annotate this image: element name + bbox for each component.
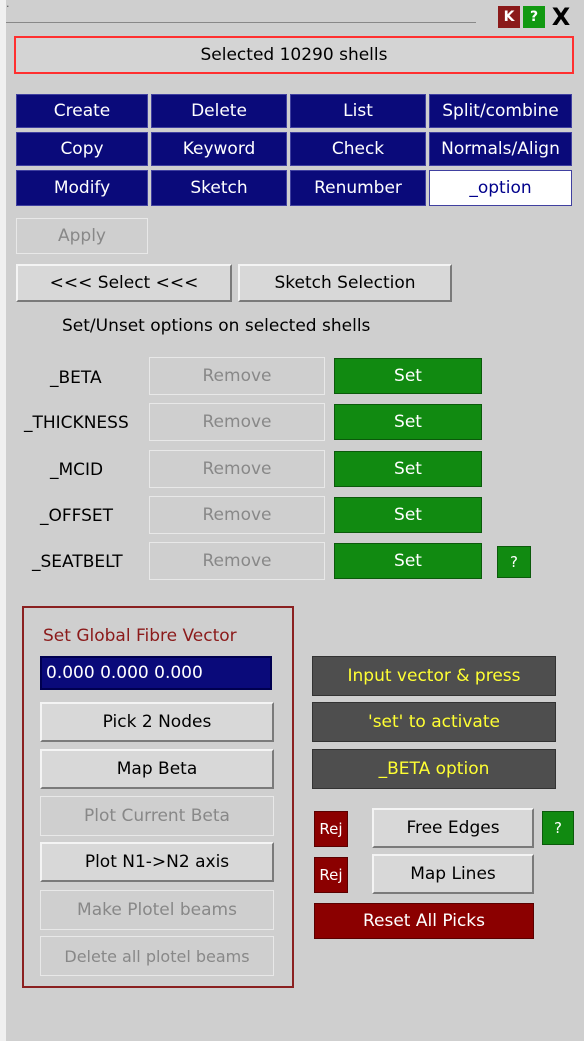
modify-button[interactable]: Modify [16, 170, 148, 206]
k-icon[interactable]: K [498, 6, 520, 28]
set-thickness-button[interactable]: Set [334, 404, 482, 440]
free-edges-help-button[interactable]: ? [542, 811, 574, 845]
seatbelt-help-button[interactable]: ? [497, 546, 531, 578]
sketch-selection-button[interactable]: Sketch Selection [238, 264, 452, 302]
options-heading: Set/Unset options on selected shells [62, 316, 371, 336]
title-bar-dot: · [6, 0, 10, 13]
list-button[interactable]: List [290, 94, 426, 128]
set-offset-button[interactable]: Set [334, 497, 482, 533]
info-line-3: _BETA option [312, 749, 556, 789]
check-button[interactable]: Check [290, 132, 426, 166]
free-edges-button[interactable]: Free Edges [372, 808, 534, 848]
set-mcid-button[interactable]: Set [334, 451, 482, 487]
select-button[interactable]: <<< Select <<< [16, 264, 232, 302]
close-icon[interactable]: X [548, 3, 574, 31]
create-button[interactable]: Create [16, 94, 148, 128]
sketch-button[interactable]: Sketch [151, 170, 287, 206]
info-line-1: Input vector & press [312, 656, 556, 696]
option-label-offset: _OFFSET [40, 506, 114, 526]
remove-thickness-button[interactable]: Remove [149, 403, 325, 441]
copy-button[interactable]: Copy [16, 132, 148, 166]
shell-tool-panel: · K ? X Selected 10290 shells Create Del… [6, 0, 584, 1041]
selection-status: Selected 10290 shells [14, 36, 574, 74]
info-line-2: 'set' to activate [312, 702, 556, 742]
map-lines-button[interactable]: Map Lines [372, 854, 534, 894]
rej-free-edges-button[interactable]: Rej [314, 811, 348, 847]
set-seatbelt-button[interactable]: Set [334, 543, 482, 579]
plot-current-beta-button[interactable]: Plot Current Beta [40, 796, 274, 836]
remove-seatbelt-button[interactable]: Remove [149, 542, 325, 580]
help-icon[interactable]: ? [523, 6, 545, 28]
reset-all-picks-button[interactable]: Reset All Picks [314, 903, 534, 939]
keyword-button[interactable]: Keyword [151, 132, 287, 166]
set-beta-button[interactable]: Set [334, 358, 482, 394]
option-label-seatbelt: _SEATBELT [32, 552, 123, 572]
fibre-vector-input[interactable]: 0.000 0.000 0.000 [40, 656, 272, 690]
fibre-vector-title: Set Global Fibre Vector [43, 626, 237, 646]
remove-offset-button[interactable]: Remove [149, 496, 325, 534]
header-divider [6, 22, 476, 23]
option-label-mcid: _MCID [50, 460, 104, 480]
split-combine-button[interactable]: Split/combine [429, 94, 572, 128]
delete-button[interactable]: Delete [151, 94, 287, 128]
rej-map-lines-button[interactable]: Rej [314, 857, 348, 893]
remove-mcid-button[interactable]: Remove [149, 450, 325, 488]
make-plotel-beams-button[interactable]: Make Plotel beams [40, 890, 274, 930]
normals-align-button[interactable]: Normals/Align [429, 132, 572, 166]
option-label-beta: _BETA [50, 368, 102, 388]
plot-n1-n2-axis-button[interactable]: Plot N1->N2 axis [40, 842, 274, 882]
remove-beta-button[interactable]: Remove [149, 357, 325, 395]
option-button[interactable]: _option [429, 170, 572, 206]
map-beta-button[interactable]: Map Beta [40, 749, 274, 789]
apply-button[interactable]: Apply [16, 218, 148, 254]
delete-all-plotel-beams-button[interactable]: Delete all plotel beams [40, 936, 274, 976]
pick-2-nodes-button[interactable]: Pick 2 Nodes [40, 702, 274, 742]
option-label-thickness: _THICKNESS [24, 413, 129, 433]
renumber-button[interactable]: Renumber [290, 170, 426, 206]
